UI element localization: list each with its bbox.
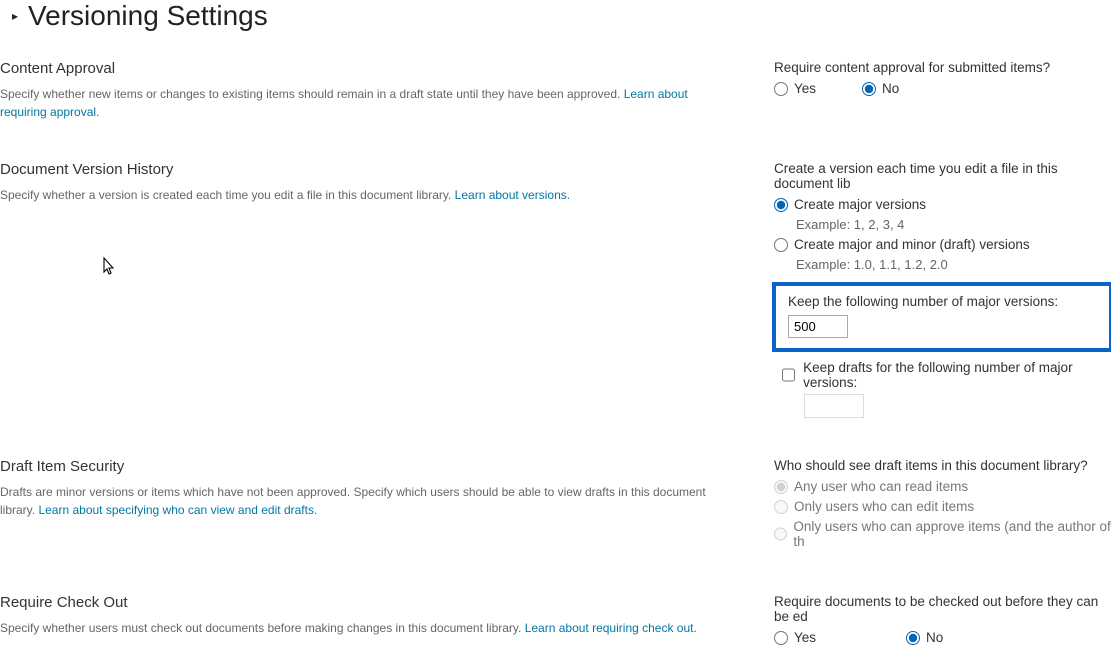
content-approval-title: Content Approval (0, 60, 732, 77)
version-history-link[interactable]: Learn about versions. (455, 188, 570, 202)
checkout-no-radio[interactable] (906, 631, 920, 645)
draft-opt1-label: Any user who can read items (794, 479, 968, 494)
draft-opt3-radio (774, 527, 787, 541)
draft-opt1-radio (774, 480, 788, 494)
keep-drafts-row[interactable]: Keep drafts for the following number of … (782, 360, 1111, 390)
content-approval-yes-row[interactable]: Yes (774, 81, 816, 96)
page-title: ▸ Versioning Settings (0, 0, 1111, 32)
checkout-desc-text: Specify whether users must check out doc… (0, 621, 525, 635)
checkout-prompt: Require documents to be checked out befo… (774, 594, 1111, 624)
version-major-radio[interactable] (774, 198, 788, 212)
section-content-approval: Content Approval Specify whether new ite… (0, 42, 1111, 143)
version-history-desc-text: Specify whether a version is created eac… (0, 188, 455, 202)
draft-opt2-radio (774, 500, 788, 514)
version-minor-example: Example: 1.0, 1.1, 1.2, 2.0 (796, 257, 1111, 272)
checkout-yes-label: Yes (794, 630, 816, 645)
checkout-no-row[interactable]: No (906, 630, 943, 645)
version-history-prompt: Create a version each time you edit a fi… (774, 161, 1111, 191)
checkout-desc: Specify whether users must check out doc… (0, 619, 732, 637)
section-checkout: Require Check Out Specify whether users … (0, 576, 1111, 672)
content-approval-desc-text: Specify whether new items or changes to … (0, 87, 624, 101)
version-minor-label: Create major and minor (draft) versions (794, 237, 1030, 252)
version-minor-row[interactable]: Create major and minor (draft) versions (774, 237, 1111, 252)
draft-opt2-row: Only users who can edit items (774, 499, 1111, 514)
draft-security-link[interactable]: Learn about specifying who can view and … (38, 503, 317, 517)
draft-opt3-label: Only users who can approve items (and th… (793, 519, 1111, 549)
content-approval-prompt: Require content approval for submitted i… (774, 60, 1111, 75)
checkout-title: Require Check Out (0, 594, 732, 611)
draft-opt2-label: Only users who can edit items (794, 499, 974, 514)
keep-drafts-input (804, 394, 864, 418)
version-major-example: Example: 1, 2, 3, 4 (796, 217, 1111, 232)
page-title-text: Versioning Settings (28, 0, 268, 32)
draft-opt3-row: Only users who can approve items (and th… (774, 519, 1111, 549)
version-history-title: Document Version History (0, 161, 732, 178)
keep-major-input[interactable] (788, 315, 848, 338)
checkout-no-label: No (926, 630, 943, 645)
version-major-label: Create major versions (794, 197, 926, 212)
content-approval-no-label: No (882, 81, 899, 96)
keep-major-label: Keep the following number of major versi… (788, 294, 1097, 309)
draft-security-title: Draft Item Security (0, 458, 732, 475)
cursor-icon (98, 256, 116, 283)
version-history-desc: Specify whether a version is created eac… (0, 186, 732, 204)
keep-major-box: Keep the following number of major versi… (772, 282, 1111, 352)
version-major-row[interactable]: Create major versions (774, 197, 1111, 212)
checkout-yes-row[interactable]: Yes (774, 630, 816, 645)
content-approval-no-row[interactable]: No (862, 81, 899, 96)
checkout-yes-radio[interactable] (774, 631, 788, 645)
draft-security-prompt: Who should see draft items in this docum… (774, 458, 1111, 473)
breadcrumb-caret-icon: ▸ (12, 9, 18, 23)
content-approval-yes-radio[interactable] (774, 82, 788, 96)
keep-drafts-checkbox[interactable] (782, 368, 795, 382)
checkout-link[interactable]: Learn about requiring check out. (525, 621, 697, 635)
keep-drafts-label: Keep drafts for the following number of … (803, 360, 1111, 390)
content-approval-desc: Specify whether new items or changes to … (0, 85, 732, 121)
draft-security-desc: Drafts are minor versions or items which… (0, 483, 732, 519)
version-minor-radio[interactable] (774, 238, 788, 252)
draft-opt1-row: Any user who can read items (774, 479, 1111, 494)
section-draft-security: Draft Item Security Drafts are minor ver… (0, 440, 1111, 576)
section-version-history: Document Version History Specify whether… (0, 143, 1111, 440)
content-approval-yes-label: Yes (794, 81, 816, 96)
content-approval-no-radio[interactable] (862, 82, 876, 96)
